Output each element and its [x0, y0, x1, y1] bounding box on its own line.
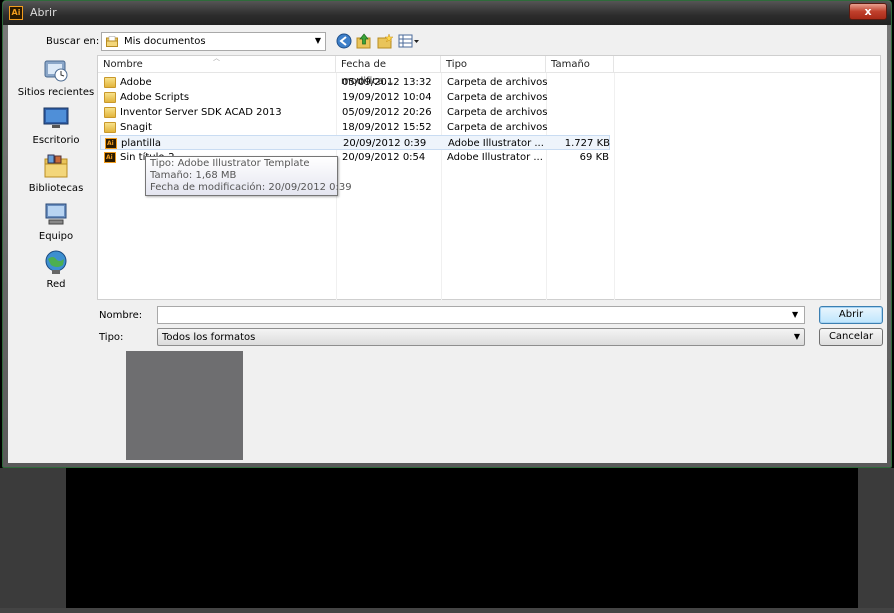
file-name: Inventor Server SDK ACAD 2013 — [120, 107, 282, 118]
column-header-date[interactable]: Fecha de modifica... — [336, 56, 441, 87]
file-type: Carpeta de archivos — [447, 122, 547, 133]
filetype-label: Tipo: — [99, 332, 124, 343]
back-icon[interactable] — [336, 33, 352, 49]
cancel-button[interactable]: Cancelar — [819, 328, 883, 346]
file-row[interactable]: Adobe 05/09/2012 13:32 Carpeta de archiv… — [100, 75, 610, 90]
view-menu-icon[interactable] — [398, 33, 420, 49]
file-info-tooltip: Tipo: Adobe Illustrator Template Tamaño:… — [145, 156, 352, 196]
close-button[interactable]: x — [849, 3, 887, 20]
app-status-edge — [0, 608, 894, 613]
title-bar[interactable]: Ai Abrir x — [3, 1, 891, 25]
illustrator-app-icon: Ai — [9, 6, 23, 20]
lookin-label: Buscar en: — [46, 36, 100, 47]
desktop-icon — [43, 107, 69, 128]
filetype-value: Todos los formatos — [162, 332, 256, 343]
file-date: 05/09/2012 13:32 — [342, 77, 432, 88]
tooltip-size: Tamaño: 1,68 MB — [150, 170, 237, 181]
libraries-icon — [44, 154, 68, 178]
sort-indicator-icon: ︿ — [213, 54, 220, 62]
tooltip-date: Fecha de modificación: 20/09/2012 0:39 — [150, 182, 352, 193]
illustrator-file-icon — [104, 150, 116, 165]
chevron-down-icon[interactable]: ▼ — [315, 36, 321, 45]
open-button[interactable]: Abrir — [819, 306, 883, 324]
chevron-down-icon[interactable]: ▼ — [794, 332, 800, 341]
up-folder-icon[interactable] — [356, 33, 372, 49]
computer-icon — [45, 203, 67, 225]
file-type: Carpeta de archivos — [447, 107, 547, 118]
place-recent[interactable]: Sitios recientes — [16, 57, 96, 103]
folder-icon — [104, 77, 116, 88]
file-name: Adobe — [120, 77, 152, 88]
place-label: Escritorio — [32, 135, 80, 146]
app-canvas-area — [66, 468, 858, 613]
file-preview-thumbnail — [126, 351, 243, 460]
place-label: Sitios recientes — [17, 87, 95, 98]
filename-label: Nombre: — [99, 310, 143, 321]
dialog-client-area: Buscar en: Mis documentos ▼ Sitios recie… — [8, 25, 887, 463]
filetype-select[interactable]: Todos los formatos ▼ — [157, 328, 805, 346]
lookin-dropdown[interactable]: Mis documentos ▼ — [101, 32, 326, 51]
place-desktop[interactable]: Escritorio — [16, 105, 96, 151]
file-type: Carpeta de archivos — [447, 92, 547, 103]
file-size: 1.727 KB — [564, 138, 610, 149]
file-row[interactable]: Inventor Server SDK ACAD 2013 05/09/2012… — [100, 105, 610, 120]
place-computer[interactable]: Equipo — [16, 201, 96, 247]
file-row[interactable]: plantilla 20/09/2012 0:39 Adobe Illustra… — [100, 135, 610, 151]
file-type: Carpeta de archivos — [447, 77, 547, 88]
dialog-title: Abrir — [30, 6, 57, 19]
folder-icon — [104, 122, 116, 133]
file-date: 20/09/2012 0:54 — [342, 152, 426, 163]
place-label: Bibliotecas — [28, 183, 84, 194]
file-date: 20/09/2012 0:39 — [343, 138, 427, 149]
folder-icon — [104, 92, 116, 103]
file-name: plantilla — [121, 138, 161, 149]
place-libraries[interactable]: Bibliotecas — [16, 153, 96, 199]
file-row[interactable]: Adobe Scripts 19/09/2012 10:04 Carpeta d… — [100, 90, 610, 105]
column-header-type[interactable]: Tipo — [441, 56, 546, 73]
tooltip-type: Tipo: Adobe Illustrator Template — [150, 158, 310, 169]
place-network[interactable]: Red — [16, 249, 96, 295]
file-name: Adobe Scripts — [120, 92, 190, 103]
new-folder-icon[interactable] — [377, 33, 393, 49]
lookin-value: Mis documentos — [124, 36, 206, 47]
illustrator-file-icon — [105, 136, 117, 151]
file-date: 18/09/2012 15:52 — [342, 122, 432, 133]
file-type: Adobe Illustrator ... — [448, 138, 544, 149]
column-divider — [614, 73, 615, 300]
file-row[interactable]: Snagit 18/09/2012 15:52 Carpeta de archi… — [100, 120, 610, 135]
place-label: Equipo — [38, 231, 74, 242]
column-header-size[interactable]: Tamaño — [546, 56, 614, 73]
places-bar: Sitios recientes Escritorio Bibliotecas — [16, 57, 96, 297]
documents-folder-icon — [106, 36, 118, 47]
file-date: 19/09/2012 10:04 — [342, 92, 432, 103]
file-type: Adobe Illustrator ... — [447, 152, 543, 163]
app-background-right — [858, 468, 894, 613]
open-file-dialog: Ai Abrir x Buscar en: Mis documentos ▼ S… — [2, 0, 892, 468]
file-name: Snagit — [120, 122, 152, 133]
file-size: 69 KB — [579, 152, 609, 163]
filename-input[interactable] — [157, 306, 805, 324]
folder-icon — [104, 107, 116, 118]
place-label: Red — [46, 279, 66, 290]
file-date: 05/09/2012 20:26 — [342, 107, 432, 118]
recent-places-icon — [44, 60, 68, 82]
list-header: Nombre Fecha de modifica... Tipo Tamaño … — [98, 54, 880, 87]
app-background-left — [0, 468, 66, 613]
chevron-down-icon[interactable]: ▼ — [792, 310, 798, 319]
network-icon — [45, 250, 67, 274]
